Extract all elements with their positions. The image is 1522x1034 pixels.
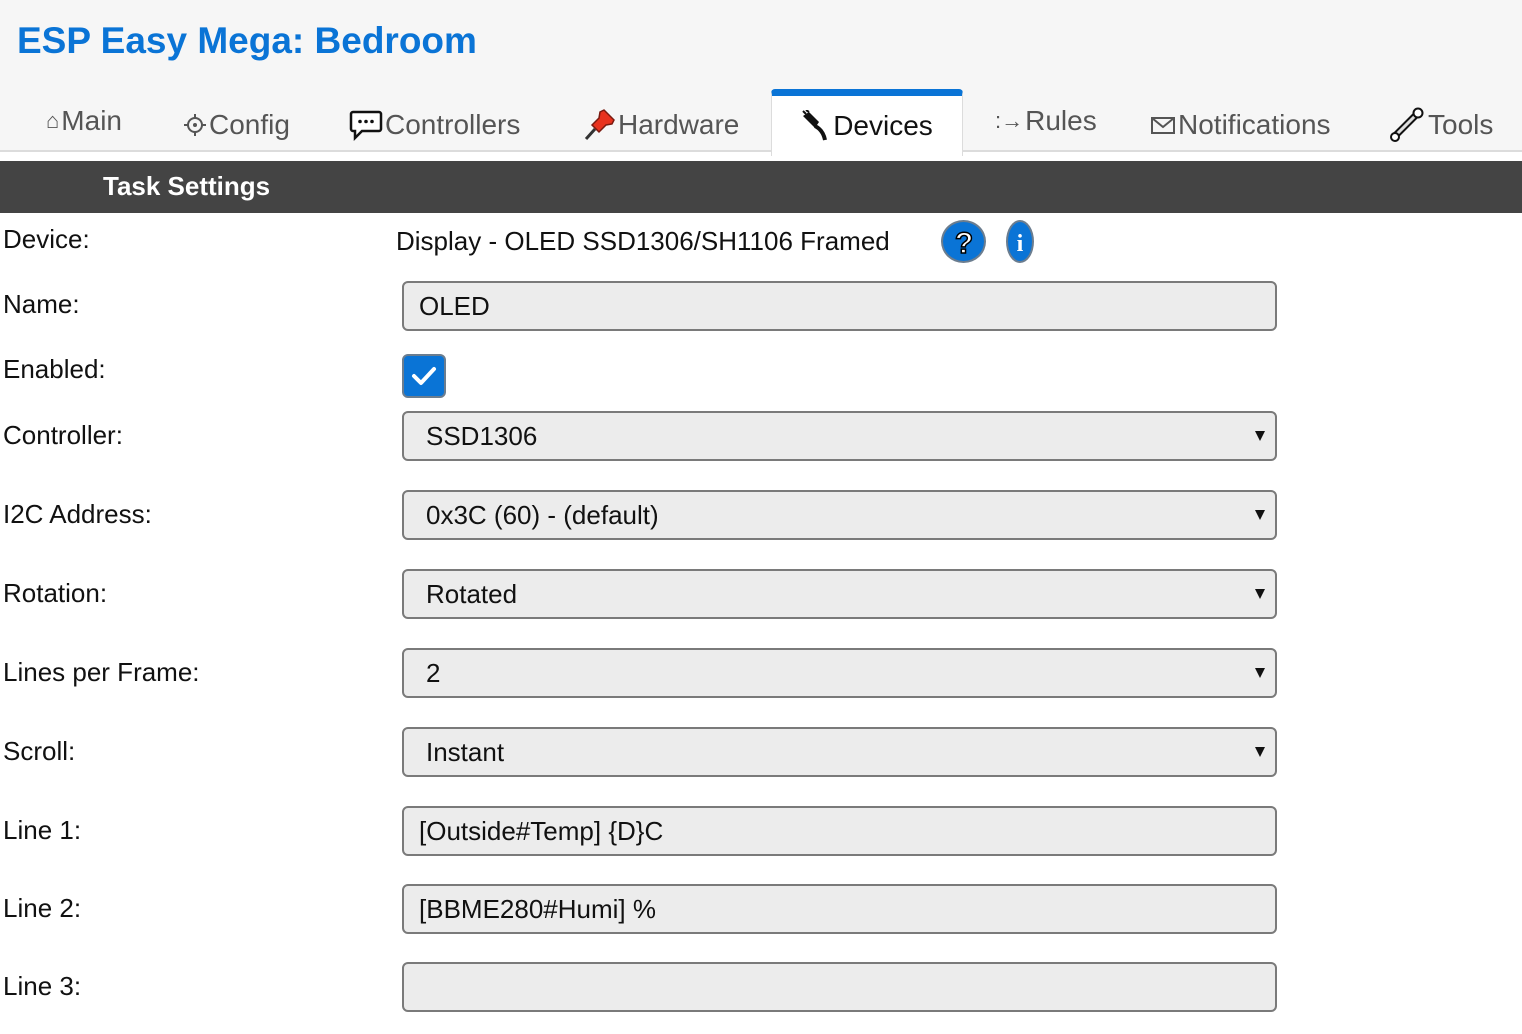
gear-icon (183, 113, 207, 137)
svg-text:?: ? (954, 227, 972, 258)
tab-rules[interactable]: :→ Rules (995, 96, 1097, 146)
tab-main-label: Main (61, 105, 122, 136)
tab-notifications-label: Notifications (1178, 109, 1331, 140)
line1-label: Line 1: (3, 815, 82, 845)
enabled-checkbox[interactable] (402, 354, 446, 398)
section-title: Task Settings (103, 171, 271, 201)
rotation-select[interactable]: Rotated (402, 569, 1277, 619)
tab-hardware[interactable]: Hardware (582, 100, 739, 150)
envelope-icon (1150, 115, 1176, 135)
enabled-label: Enabled: (3, 354, 106, 384)
line2-input[interactable]: [BBME280#Humi] % (402, 884, 1277, 934)
checkmark-icon (412, 367, 436, 385)
line3-input[interactable] (402, 962, 1277, 1012)
name-label: Name: (3, 289, 80, 319)
tab-devices[interactable]: Devices (771, 89, 963, 156)
scroll-value: Instant (426, 736, 505, 767)
tab-rules-label: Rules (1025, 105, 1097, 136)
tab-tools[interactable]: Tools (1390, 100, 1493, 150)
line1-input[interactable]: [Outside#Temp] {D}C (402, 806, 1277, 856)
svg-text:i: i (1017, 231, 1024, 256)
chevron-down-icon (1255, 747, 1265, 757)
tab-config[interactable]: Config (183, 100, 290, 150)
device-value: Display - OLED SSD1306/SH1106 Framed (396, 226, 890, 256)
lines-per-frame-select[interactable]: 2 (402, 648, 1277, 698)
tab-hardware-label: Hardware (618, 109, 740, 140)
rotation-value: Rotated (426, 578, 518, 609)
arrow-icon: :→ (995, 108, 1024, 133)
tab-controllers[interactable]: Controllers (349, 100, 520, 150)
line2-label: Line 2: (3, 893, 82, 923)
home-icon: ⌂ (46, 108, 60, 133)
scroll-select[interactable]: Instant (402, 727, 1277, 777)
i2c-address-select[interactable]: 0x3C (60) - (default) (402, 490, 1277, 540)
lines-per-frame-label: Lines per Frame: (3, 657, 200, 687)
controller-value: SSD1306 (426, 420, 538, 451)
question-icon[interactable]: ? (941, 220, 986, 263)
pushpin-icon (582, 108, 616, 142)
rotation-label: Rotation: (3, 578, 108, 608)
tab-config-label: Config (209, 109, 290, 140)
info-icon[interactable]: i (1006, 220, 1034, 263)
tab-main[interactable]: ⌂ Main (46, 96, 122, 146)
chevron-down-icon (1255, 668, 1265, 678)
device-label: Device: (3, 224, 90, 254)
chevron-down-icon (1255, 510, 1265, 520)
controller-label: Controller: (3, 420, 123, 450)
name-input[interactable]: OLED (402, 281, 1277, 331)
chevron-down-icon (1255, 431, 1265, 441)
scroll-label: Scroll: (3, 736, 76, 766)
wrench-icon (1390, 107, 1426, 143)
tab-tools-label: Tools (1428, 109, 1494, 140)
tab-controllers-label: Controllers (385, 109, 521, 140)
tab-devices-label: Devices (833, 110, 933, 141)
i2c-address-value: 0x3C (60) - (default) (426, 499, 659, 530)
tab-notifications[interactable]: Notifications (1150, 100, 1331, 150)
i2c-address-label: I2C Address: (3, 499, 152, 529)
speech-bubble-icon (349, 109, 383, 141)
plug-icon (801, 110, 831, 142)
controller-select[interactable]: SSD1306 (402, 411, 1277, 461)
chevron-down-icon (1255, 589, 1265, 599)
line3-label: Line 3: (3, 971, 82, 1001)
lines-per-frame-value: 2 (426, 657, 441, 688)
page-title: ESP Easy Mega: Bedroom (17, 20, 477, 61)
